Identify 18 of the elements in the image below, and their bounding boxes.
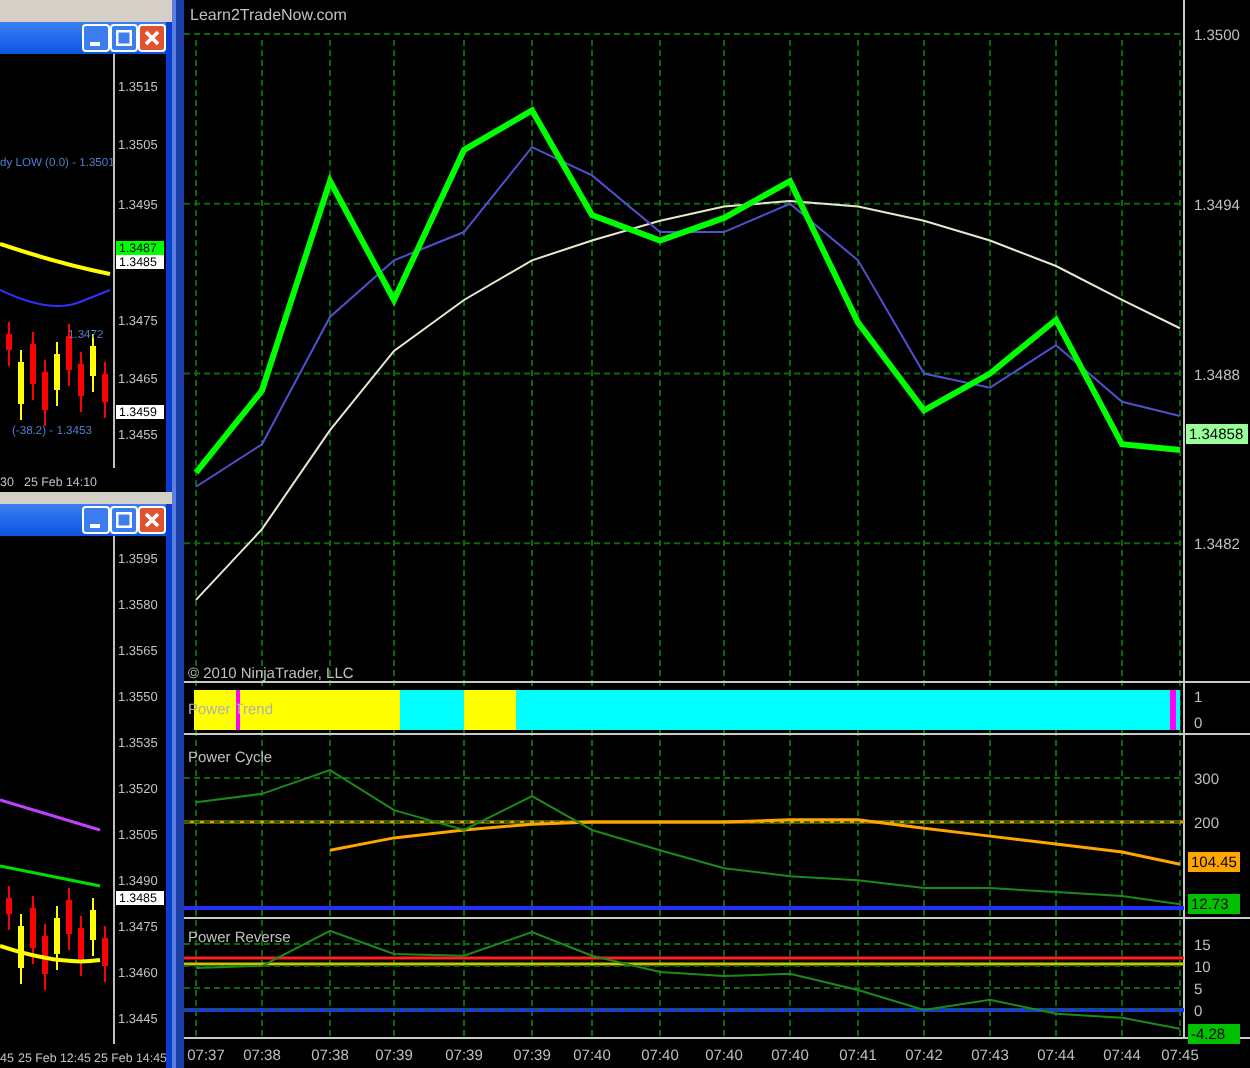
close-icon <box>144 30 160 47</box>
maximize-icon <box>116 30 132 47</box>
maximize-button[interactable] <box>110 506 138 534</box>
moving-average-line <box>0 798 101 832</box>
maximize-button[interactable] <box>110 24 138 53</box>
chart-title: Learn2TradeNow.com <box>190 6 347 24</box>
moving-average-line <box>0 289 111 308</box>
maximize-icon <box>116 512 132 528</box>
candlestick-drawing <box>6 321 108 428</box>
moving-average-line <box>0 242 111 277</box>
moving-average-line <box>0 944 101 964</box>
close-icon <box>144 512 160 528</box>
candlestick-drawing <box>6 885 108 991</box>
minimize-button[interactable] <box>82 506 110 534</box>
minimize-button[interactable] <box>82 24 110 53</box>
moving-average-line <box>0 864 101 888</box>
close-button[interactable] <box>138 506 166 534</box>
close-button[interactable] <box>138 24 166 53</box>
